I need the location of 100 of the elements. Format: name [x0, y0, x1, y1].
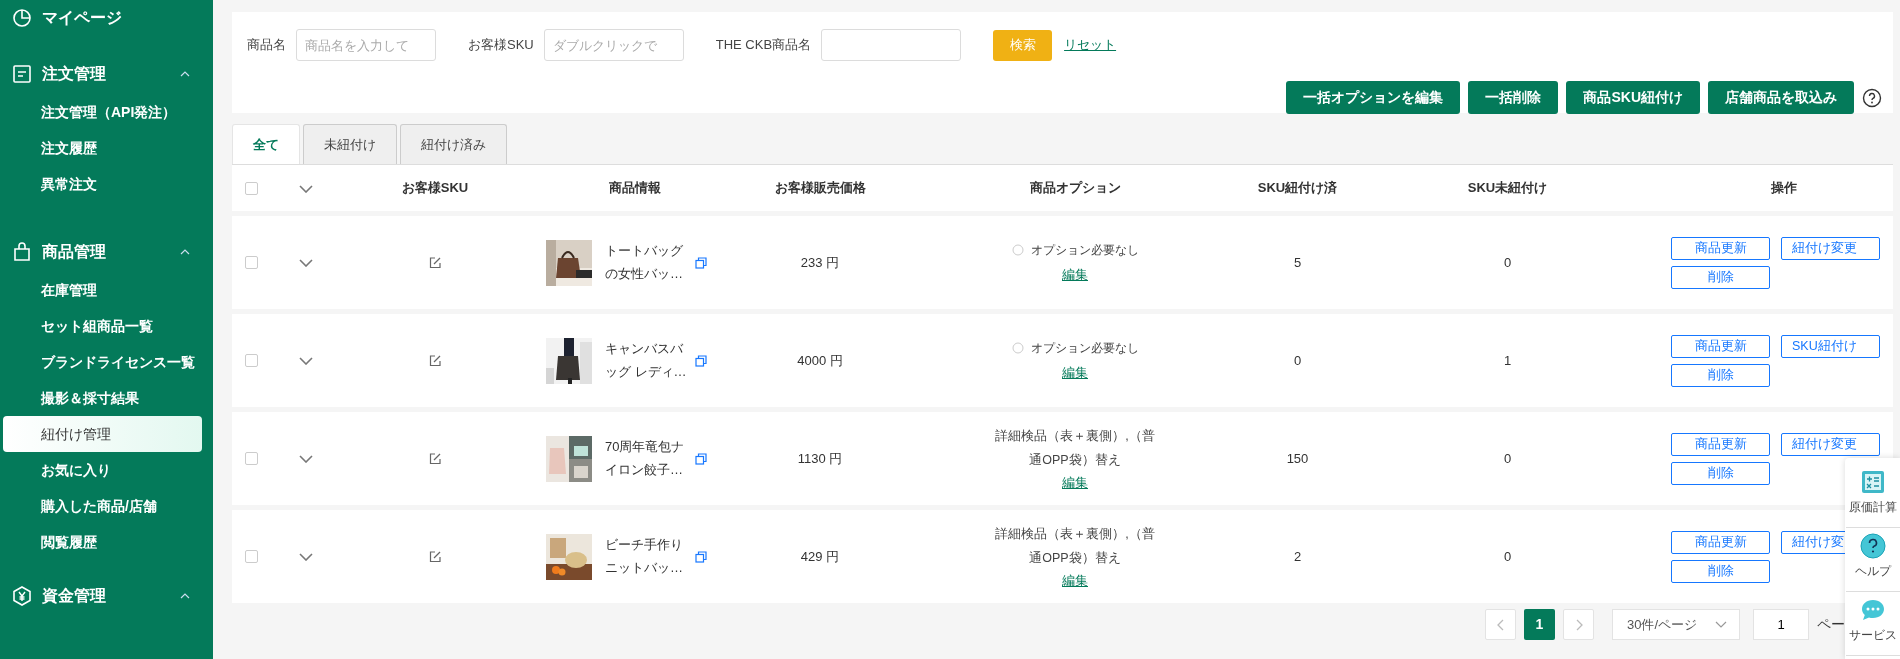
radio-button[interactable]: [1011, 341, 1024, 354]
edit-icon[interactable]: [429, 355, 441, 368]
row-action-button[interactable]: 削除: [1671, 461, 1770, 485]
menu-section-header[interactable]: 注文管理: [0, 54, 213, 94]
pie-chart-icon: [12, 8, 32, 28]
edit-link[interactable]: 編集: [1062, 364, 1088, 380]
tab[interactable]: 未紐付け: [303, 124, 397, 164]
edit-icon[interactable]: [429, 453, 441, 466]
menu-item[interactable]: 閲覧履歴: [3, 524, 202, 560]
edit-link[interactable]: 編集: [1062, 572, 1088, 588]
bag-icon: [12, 242, 32, 262]
edit-icon[interactable]: [429, 257, 441, 270]
tab[interactable]: 全て: [232, 124, 300, 164]
row-action-button[interactable]: 商品更新: [1671, 432, 1770, 456]
menu-section-header[interactable]: マイページ: [0, 0, 213, 38]
count-text: 150: [1285, 449, 1310, 468]
input-field[interactable]: 商品名を入力して: [296, 29, 436, 61]
count-text: 2: [1292, 547, 1303, 566]
menu-item[interactable]: 撮影＆採寸結果: [3, 380, 202, 416]
product-name[interactable]: キャンバスバッグ レディ…: [605, 337, 687, 384]
chevron-icon[interactable]: [299, 357, 313, 366]
menu-item[interactable]: 異常注文: [3, 166, 202, 202]
page-jump-field[interactable]: 1: [1753, 609, 1809, 640]
count-text: 1: [1502, 351, 1513, 370]
row-action-button[interactable]: SKU紐付け: [1781, 334, 1880, 358]
action-button[interactable]: 一括オプションを編集: [1286, 81, 1461, 114]
product-name[interactable]: ビーチ手作りニットバッ…: [605, 533, 687, 580]
menu-item[interactable]: ブランドライセンス一覧: [3, 344, 202, 380]
product-name[interactable]: トートバッグの女性バッ…: [605, 239, 687, 286]
menu-item[interactable]: 在庫管理: [3, 272, 202, 308]
column-header: 商品オプション: [1028, 179, 1122, 198]
price-text: 4000 円: [796, 351, 844, 370]
row-action-button[interactable]: 紐付け変更: [1781, 236, 1880, 260]
side-tool-label: サービス: [1848, 628, 1897, 643]
menu-item[interactable]: お気に入り: [3, 452, 202, 488]
side-tool-label: 原価計算: [1848, 500, 1897, 515]
copy-icon[interactable]: [694, 256, 707, 269]
copy-icon[interactable]: [694, 354, 707, 367]
row-action-button[interactable]: 商品更新: [1671, 530, 1770, 554]
filter-label: お客様SKU: [468, 36, 534, 55]
checkbox[interactable]: [245, 452, 258, 465]
document-icon: [12, 64, 32, 84]
chevron-icon[interactable]: [299, 455, 313, 464]
page-size-select[interactable]: 30件/ページ: [1612, 609, 1740, 640]
row-action-button[interactable]: 商品更新: [1671, 236, 1770, 260]
count-text: 0: [1292, 351, 1303, 370]
column-header: SKU未紐付け: [1466, 179, 1549, 198]
row-action-button[interactable]: 商品更新: [1671, 334, 1770, 358]
checkbox[interactable]: [245, 181, 258, 195]
edit-link[interactable]: 編集: [1062, 474, 1088, 490]
checkbox[interactable]: [245, 354, 258, 367]
copy-icon[interactable]: [694, 452, 707, 465]
row-action-button[interactable]: 紐付け変更: [1781, 432, 1880, 456]
menu-item[interactable]: 紐付け管理: [3, 416, 202, 452]
edit-link[interactable]: 編集: [1062, 266, 1088, 282]
menu-section-header[interactable]: 資金管理: [0, 576, 213, 616]
count-text: 5: [1292, 253, 1303, 272]
side-tool-button[interactable]: サービス: [1845, 592, 1900, 656]
checkbox[interactable]: [245, 256, 258, 269]
help-icon[interactable]: [1862, 87, 1882, 108]
chevron-icon[interactable]: [299, 553, 313, 562]
menu-item[interactable]: 注文管理（API発注）: [3, 94, 202, 130]
menu-item[interactable]: 購入した商品/店舗: [3, 488, 202, 524]
chevron-icon[interactable]: [299, 184, 313, 193]
side-tool-button[interactable]: 原価計算: [1845, 464, 1900, 528]
side-tool-button[interactable]: ヘルプ: [1845, 528, 1900, 592]
product-name[interactable]: 70周年竜包ナイロン餃子…: [605, 435, 687, 482]
price-text: 233 円: [799, 253, 841, 272]
count-text: 0: [1502, 253, 1513, 272]
column-header: SKU紐付け済: [1256, 179, 1339, 198]
row-action-button[interactable]: 削除: [1671, 559, 1770, 583]
page-button[interactable]: 1: [1524, 609, 1555, 640]
option-text: オプション必要なし: [1030, 339, 1139, 357]
chevron-icon[interactable]: [299, 259, 313, 268]
action-button[interactable]: 商品SKU紐付け: [1566, 81, 1700, 114]
input-field[interactable]: ダブルクリックで: [543, 29, 684, 61]
side-tool-label: ヘルプ: [1854, 564, 1891, 579]
option-text: 詳細検品（表＋裏側）,（普通OPP袋）替え: [994, 428, 1156, 469]
chevron-right-icon: [1574, 618, 1583, 631]
row-action-button[interactable]: 削除: [1671, 265, 1770, 289]
menu-section-header[interactable]: 商品管理: [0, 232, 213, 272]
action-button[interactable]: 店舗商品を取込み: [1708, 81, 1854, 114]
filter-label: THE CKB商品名: [715, 36, 812, 55]
column-header: 操作: [1770, 179, 1798, 198]
input-field[interactable]: [821, 29, 962, 61]
radio-button[interactable]: [1011, 243, 1024, 256]
tab[interactable]: 紐付け済み: [400, 124, 507, 164]
column-header: お客様SKU: [400, 179, 470, 198]
action-button[interactable]: 一括削除: [1468, 81, 1559, 114]
checkbox[interactable]: [245, 550, 258, 563]
count-text: 0: [1502, 547, 1513, 566]
menu-item[interactable]: 注文履歴: [3, 130, 202, 166]
row-action-button[interactable]: 削除: [1671, 363, 1770, 387]
menu-item[interactable]: セット組商品一覧: [3, 308, 202, 344]
column-header: 商品情報: [608, 179, 662, 198]
reset-link[interactable]: リセット: [1064, 35, 1117, 55]
edit-icon[interactable]: [429, 551, 441, 564]
page-jump-label: ペー: [1817, 615, 1845, 634]
copy-icon[interactable]: [694, 550, 707, 563]
chevron-down-icon: [1715, 620, 1727, 629]
